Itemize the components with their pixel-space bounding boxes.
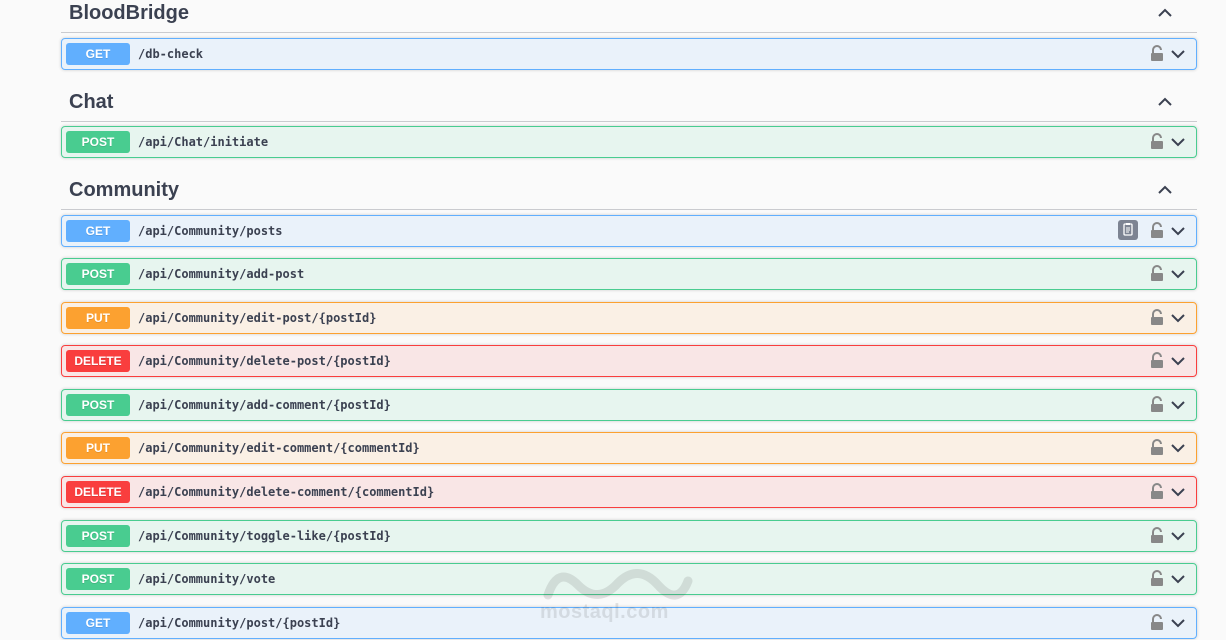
operation-post-community-add-comment[interactable]: POST /api/Community/add-comment/{postId} <box>61 389 1197 421</box>
tag-title: BloodBridge <box>69 2 189 24</box>
tag-title: Chat <box>69 91 114 113</box>
lock-icon[interactable] <box>1150 352 1164 369</box>
operation-delete-community-delete-comment[interactable]: DELETE /api/Community/delete-comment/{co… <box>61 476 1197 508</box>
operation-delete-community-delete-post[interactable]: DELETE /api/Community/delete-post/{postI… <box>61 345 1197 377</box>
chevron-down-icon[interactable] <box>1170 441 1186 455</box>
method-badge: PUT <box>66 437 130 459</box>
method-badge: GET <box>66 612 130 634</box>
chevron-down-icon[interactable] <box>1170 135 1186 149</box>
operation-put-community-edit-comment[interactable]: PUT /api/Community/edit-comment/{comment… <box>61 432 1197 464</box>
endpoint-path: /api/Community/toggle-like/{postId} <box>138 529 391 543</box>
lock-icon[interactable] <box>1150 614 1164 631</box>
endpoint-path: /api/Community/delete-post/{postId} <box>138 354 391 368</box>
endpoint-path: /api/Community/edit-comment/{commentId} <box>138 441 420 455</box>
method-badge: DELETE <box>66 481 130 503</box>
endpoint-path: /api/Community/vote <box>138 572 276 586</box>
chevron-down-icon[interactable] <box>1170 267 1186 281</box>
endpoint-path: /api/Community/add-post <box>138 267 305 281</box>
endpoint-path: /api/Community/post/{postId} <box>138 616 341 630</box>
method-badge: POST <box>66 394 130 416</box>
method-badge: PUT <box>66 307 130 329</box>
chevron-up-icon[interactable] <box>1155 180 1175 200</box>
endpoint-path: /api/Community/edit-post/{postId} <box>138 311 377 325</box>
operation-get-community-post[interactable]: GET /api/Community/post/{postId} <box>61 607 1197 639</box>
tag-title: Community <box>69 179 179 201</box>
lock-icon[interactable] <box>1150 222 1164 239</box>
chevron-down-icon[interactable] <box>1170 224 1186 238</box>
chevron-down-icon[interactable] <box>1170 485 1186 499</box>
tag-header-bloodbridge[interactable]: BloodBridge <box>61 0 1197 33</box>
endpoint-path: /db-check <box>138 47 204 61</box>
operation-put-community-edit-post[interactable]: PUT /api/Community/edit-post/{postId} <box>61 302 1197 334</box>
chevron-up-icon[interactable] <box>1155 3 1175 23</box>
operation-get-community-posts[interactable]: GET /api/Community/posts <box>61 215 1197 247</box>
lock-icon[interactable] <box>1150 527 1164 544</box>
endpoint-path: /api/Chat/initiate <box>138 135 269 149</box>
chevron-down-icon[interactable] <box>1170 572 1186 586</box>
operation-post-chat-initiate[interactable]: POST /api/Chat/initiate <box>61 126 1197 158</box>
copy-to-clipboard-icon[interactable] <box>1118 220 1138 240</box>
endpoint-path: /api/Community/delete-comment/{commentId… <box>138 485 435 499</box>
endpoint-path: /api/Community/posts <box>138 224 283 238</box>
tag-header-chat[interactable]: Chat <box>61 89 1197 122</box>
chevron-down-icon[interactable] <box>1170 529 1186 543</box>
tag-header-community[interactable]: Community <box>61 177 1197 210</box>
lock-icon[interactable] <box>1150 570 1164 587</box>
method-badge: POST <box>66 131 130 153</box>
lock-icon[interactable] <box>1150 439 1164 456</box>
chevron-down-icon[interactable] <box>1170 616 1186 630</box>
chevron-down-icon[interactable] <box>1170 398 1186 412</box>
operation-post-community-add-post[interactable]: POST /api/Community/add-post <box>61 258 1197 290</box>
method-badge: POST <box>66 568 130 590</box>
chevron-down-icon[interactable] <box>1170 47 1186 61</box>
lock-icon[interactable] <box>1150 483 1164 500</box>
method-badge: GET <box>66 43 130 65</box>
endpoint-path: /api/Community/add-comment/{postId} <box>138 398 391 412</box>
chevron-up-icon[interactable] <box>1155 92 1175 112</box>
method-badge: GET <box>66 220 130 242</box>
method-badge: POST <box>66 525 130 547</box>
operation-post-community-toggle-like[interactable]: POST /api/Community/toggle-like/{postId} <box>61 520 1197 552</box>
method-badge: POST <box>66 263 130 285</box>
operation-get-db-check[interactable]: GET /db-check <box>61 38 1197 70</box>
method-badge: DELETE <box>66 350 130 372</box>
lock-icon[interactable] <box>1150 396 1164 413</box>
lock-icon[interactable] <box>1150 265 1164 282</box>
chevron-down-icon[interactable] <box>1170 354 1186 368</box>
lock-icon[interactable] <box>1150 45 1164 62</box>
operation-post-community-vote[interactable]: POST /api/Community/vote <box>61 563 1197 595</box>
chevron-down-icon[interactable] <box>1170 311 1186 325</box>
lock-icon[interactable] <box>1150 309 1164 326</box>
lock-icon[interactable] <box>1150 133 1164 150</box>
